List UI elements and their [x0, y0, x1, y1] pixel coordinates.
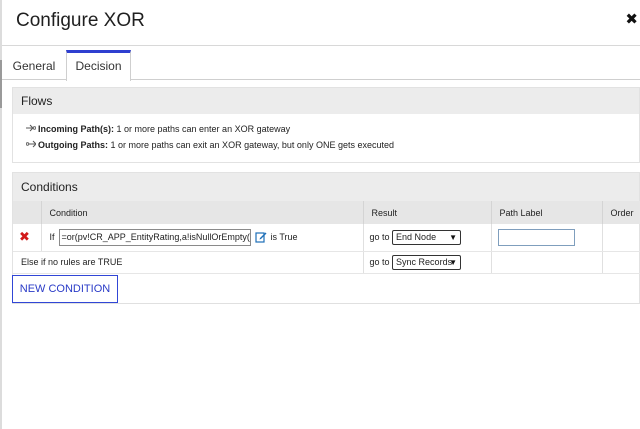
incoming-paths-line: Incoming Path(s): 1 or more paths can en…: [26, 121, 639, 137]
result-cell: go to Sync Records ▼: [362, 251, 491, 274]
else-result-select-value: Sync Records: [396, 256, 453, 267]
conditions-table: Condition Result Path Label Order ✖ If =o…: [13, 201, 640, 274]
goto-label: go to: [369, 231, 390, 242]
outgoing-arrow-icon: [25, 137, 38, 153]
incoming-text: 1 or more paths can enter an XOR gateway: [114, 124, 291, 134]
new-condition-button[interactable]: NEW CONDITION: [12, 275, 118, 303]
col-path-label: Path Label: [490, 201, 602, 224]
result-select-value: End Node: [396, 231, 437, 242]
conditions-bottom-divider: [12, 303, 640, 304]
tab-decision[interactable]: Decision: [66, 50, 131, 81]
outgoing-label: Outgoing Paths:: [38, 140, 108, 150]
flows-body: Incoming Path(s): 1 or more paths can en…: [13, 114, 639, 153]
condition-cell: If =or(pv!CR_APP_EntityRating,a!isNullOrE…: [40, 224, 363, 252]
expression-input[interactable]: =or(pv!CR_APP_EntityRating,a!isNullOrEmp…: [58, 228, 251, 246]
col-delete: [13, 201, 41, 224]
title-divider: [2, 45, 640, 46]
else-cell: Else if no rules are TRUE: [13, 251, 363, 274]
col-condition: Condition: [40, 201, 363, 224]
else-result-select[interactable]: Sync Records ▼: [392, 254, 462, 270]
flows-heading: Flows: [13, 88, 639, 114]
table-header-row: Condition Result Path Label Order: [13, 201, 640, 224]
result-select[interactable]: End Node ▼: [392, 229, 462, 245]
path-label-cell: [490, 251, 602, 274]
result-cell: go to End Node ▼: [362, 224, 491, 252]
goto-label: go to: [369, 256, 390, 267]
col-order: Order: [601, 201, 640, 224]
conditions-heading: Conditions: [13, 173, 639, 201]
order-cell: [601, 251, 640, 274]
table-row: Else if no rules are TRUE go to Sync Rec…: [13, 251, 640, 274]
outgoing-paths-line: Outgoing Paths: 1 or more paths can exit…: [25, 137, 639, 153]
outgoing-text: 1 or more paths can exit an XOR gateway,…: [108, 140, 394, 150]
is-true-suffix: is True: [270, 231, 298, 242]
tab-general[interactable]: General: [6, 50, 62, 80]
path-label-cell: [490, 224, 602, 252]
col-result: Result: [362, 201, 491, 224]
chevron-down-icon: ▼: [449, 257, 458, 267]
order-cell: [601, 224, 640, 252]
close-icon[interactable]: ✖: [625, 12, 638, 28]
dialog-title: Configure XOR: [16, 10, 145, 31]
tab-bar: General Decision: [2, 50, 640, 81]
table-row: ✖ If =or(pv!CR_APP_EntityRating,a!isNullO…: [13, 224, 640, 252]
incoming-label: Incoming Path(s):: [38, 124, 114, 134]
path-label-input[interactable]: [497, 228, 575, 246]
if-prefix: If: [49, 231, 55, 242]
flows-section: Flows Incoming Path(s): 1 or more paths …: [12, 87, 640, 163]
edit-expression-icon[interactable]: [254, 231, 267, 243]
delete-cell: ✖: [13, 224, 41, 252]
delete-x-icon[interactable]: ✖: [19, 229, 30, 244]
incoming-arrow-icon: [26, 121, 38, 137]
configure-xor-dialog: Configure XOR ✖ General Decision Flows I…: [2, 0, 640, 429]
chevron-down-icon: ▼: [449, 232, 458, 242]
